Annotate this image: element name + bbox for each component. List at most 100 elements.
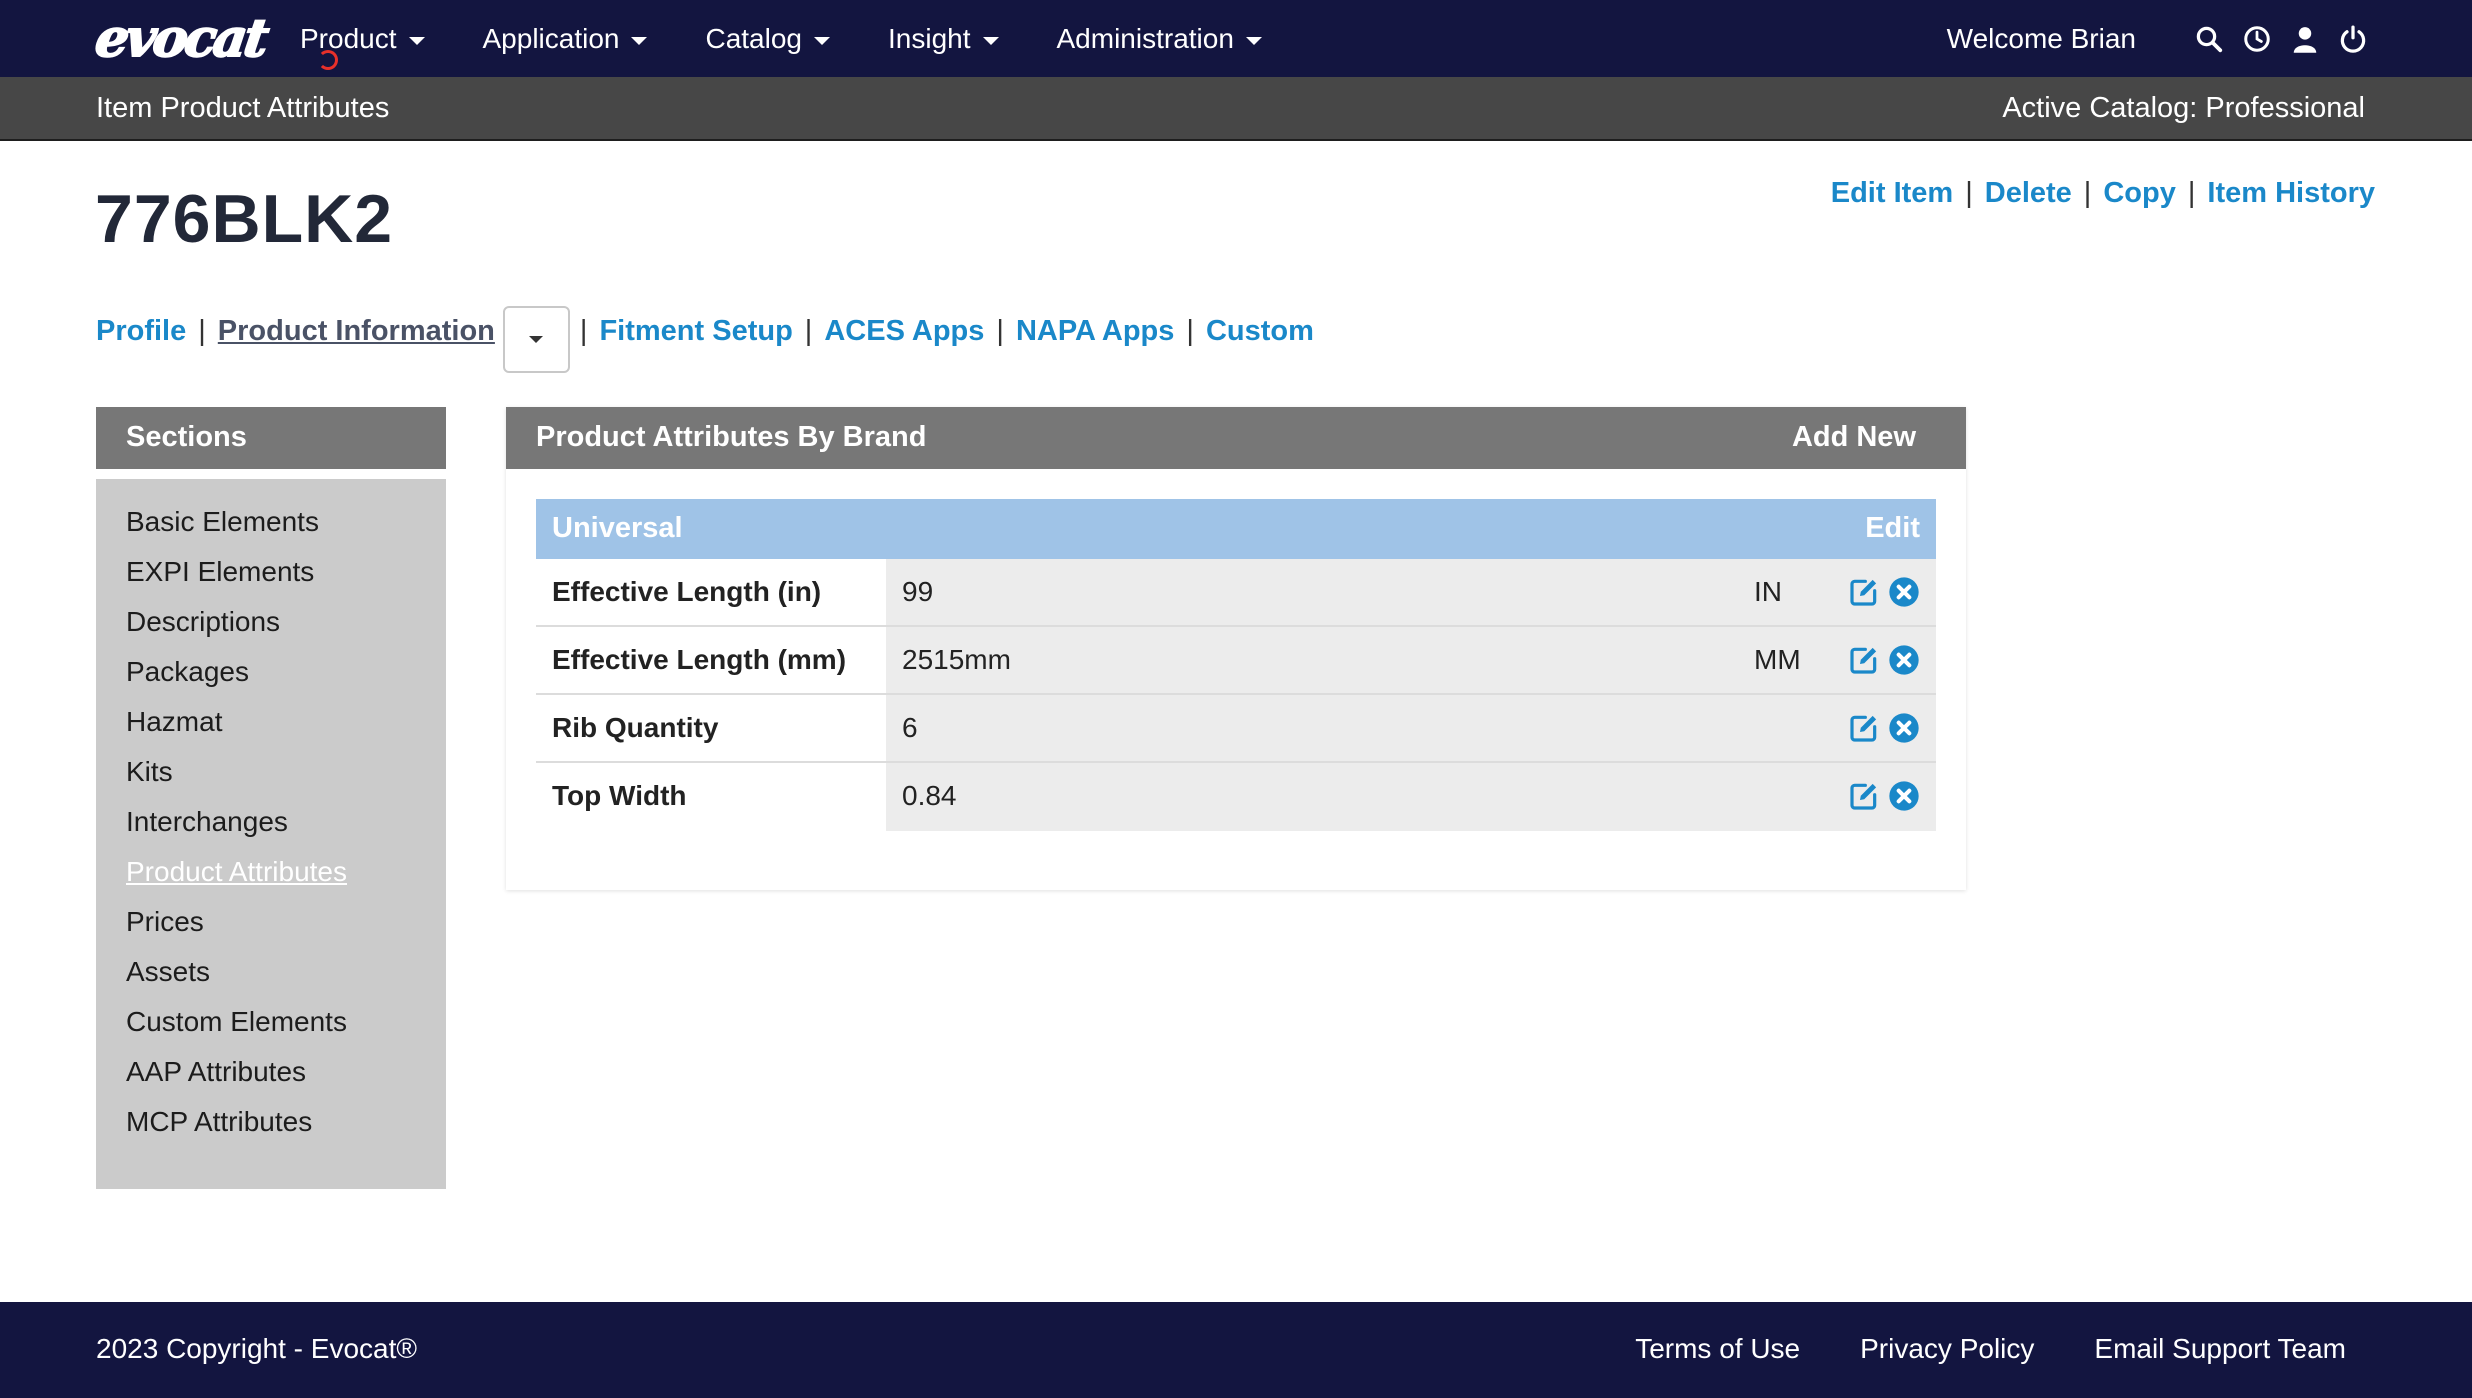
tab-aces-apps[interactable]: ACES Apps — [824, 315, 984, 348]
row-actions — [1840, 712, 1920, 744]
menu-catalog[interactable]: Catalog — [705, 23, 830, 55]
search-icon[interactable] — [2194, 24, 2224, 54]
separator: | — [198, 315, 206, 347]
section-basic-elements[interactable]: Basic Elements — [96, 497, 446, 547]
attribute-value: 2515mm — [902, 644, 1011, 675]
attribute-value: 0.84 — [902, 780, 957, 811]
menu-product[interactable]: Product — [300, 23, 425, 55]
delete-link[interactable]: Delete — [1985, 177, 2072, 210]
edit-icon[interactable] — [1848, 712, 1880, 744]
footer: 2023 Copyright - Evocat® Terms of Use Pr… — [0, 1302, 2472, 1398]
sections-title: Sections — [96, 407, 446, 469]
tab-napa-apps[interactable]: NAPA Apps — [1016, 315, 1174, 348]
brand-attributes-table: Universal Edit Effective Length (in) 99 … — [536, 499, 1936, 831]
edit-icon[interactable] — [1848, 576, 1880, 608]
product-attributes-panel: Product Attributes By Brand Add New Univ… — [506, 407, 1966, 890]
tab-custom[interactable]: Custom — [1206, 315, 1314, 348]
menu-insight[interactable]: Insight — [888, 23, 999, 55]
table-row: Effective Length (in) 99 IN — [536, 559, 1936, 627]
attribute-value-cell: 2515mm MM — [886, 627, 1936, 693]
attribute-value-cell: 6 — [886, 695, 1936, 761]
caret-down-icon — [982, 36, 999, 45]
menu-label: Insight — [888, 22, 971, 54]
menu-administration[interactable]: Administration — [1057, 23, 1262, 55]
nav-user-area: Welcome Brian — [1947, 0, 2368, 77]
delete-icon[interactable] — [1888, 644, 1920, 676]
logo-text: evocat — [91, 7, 271, 70]
attribute-unit: MM — [1754, 644, 1801, 675]
sub-header: Item Product Attributes Active Catalog: … — [0, 77, 2472, 141]
section-packages[interactable]: Packages — [96, 647, 446, 697]
brand-name: Universal — [552, 512, 683, 544]
delete-icon[interactable] — [1888, 712, 1920, 744]
welcome-text: Welcome Brian — [1946, 22, 2136, 54]
delete-icon[interactable] — [1888, 780, 1920, 812]
caret-down-icon — [631, 36, 648, 45]
attribute-name: Top Width — [536, 763, 886, 831]
menu-label: Product — [300, 22, 397, 54]
product-information-dropdown[interactable] — [502, 306, 570, 373]
section-custom-elements[interactable]: Custom Elements — [96, 997, 446, 1047]
panel-title: Product Attributes By Brand — [536, 421, 927, 453]
item-history-link[interactable]: Item History — [2207, 177, 2375, 210]
separator: | — [2083, 177, 2092, 209]
terms-of-use-link[interactable]: Terms of Use — [1635, 1333, 1800, 1365]
table-row: Effective Length (mm) 2515mm MM — [536, 627, 1936, 695]
section-product-attributes[interactable]: Product Attributes — [96, 847, 446, 897]
attribute-value-cell: 99 IN — [886, 559, 1936, 625]
sections-list: Basic Elements EXPI Elements Description… — [96, 479, 446, 1189]
menu-label: Administration — [1056, 22, 1234, 54]
section-mcp-attributes[interactable]: MCP Attributes — [96, 1097, 446, 1147]
copy-link[interactable]: Copy — [2103, 177, 2176, 210]
tab-fitment-setup[interactable]: Fitment Setup — [599, 315, 792, 348]
section-expi-elements[interactable]: EXPI Elements — [96, 547, 446, 597]
separator: | — [804, 315, 813, 347]
email-support-link[interactable]: Email Support Team — [2094, 1333, 2346, 1365]
attribute-name: Effective Length (in) — [536, 559, 886, 625]
add-new-button[interactable]: Add New — [1792, 407, 1916, 467]
item-number: 776BLK2 — [95, 181, 394, 257]
edit-item-link[interactable]: Edit Item — [1831, 177, 1953, 210]
menu-application[interactable]: Application — [483, 23, 648, 55]
brand-edit-button[interactable]: Edit — [1865, 499, 1920, 557]
tab-product-information[interactable]: Product Information — [218, 315, 495, 348]
caret-down-icon — [814, 36, 830, 45]
power-icon[interactable] — [2338, 24, 2368, 54]
row-actions — [1840, 780, 1920, 812]
section-interchanges[interactable]: Interchanges — [96, 797, 446, 847]
privacy-policy-link[interactable]: Privacy Policy — [1860, 1333, 2034, 1365]
attribute-value-cell: 0.84 — [886, 763, 1936, 831]
main-menu: Product Application Catalog Insight Admi… — [300, 0, 1320, 77]
section-assets[interactable]: Assets — [96, 947, 446, 997]
user-icon[interactable] — [2290, 24, 2320, 54]
attribute-unit: IN — [1754, 576, 1782, 607]
table-row: Rib Quantity 6 — [536, 695, 1936, 763]
section-kits[interactable]: Kits — [96, 747, 446, 797]
sections-sidebar: Sections Basic Elements EXPI Elements De… — [96, 407, 446, 1189]
edit-icon[interactable] — [1848, 780, 1880, 812]
menu-label: Application — [482, 22, 620, 54]
section-descriptions[interactable]: Descriptions — [96, 597, 446, 647]
brand-header: Universal Edit — [536, 499, 1936, 559]
row-actions — [1840, 644, 1920, 676]
attribute-value: 6 — [902, 712, 918, 743]
separator: | — [579, 315, 588, 347]
caret-down-icon — [1245, 36, 1262, 45]
section-prices[interactable]: Prices — [96, 897, 446, 947]
tab-profile[interactable]: Profile — [96, 315, 186, 348]
panel-header: Product Attributes By Brand Add New — [506, 407, 1966, 469]
row-actions — [1840, 576, 1920, 608]
caret-down-icon — [408, 36, 425, 45]
delete-icon[interactable] — [1888, 576, 1920, 608]
attribute-value: 99 — [902, 576, 934, 607]
top-nav: evocat Product Application Catalog Insig… — [0, 0, 2472, 77]
section-aap-attributes[interactable]: AAP Attributes — [96, 1047, 446, 1097]
table-row: Top Width 0.84 — [536, 763, 1936, 831]
menu-label: Catalog — [705, 22, 802, 54]
section-hazmat[interactable]: Hazmat — [96, 697, 446, 747]
active-catalog: Active Catalog: Professional — [2002, 92, 2365, 124]
page-title: Item Product Attributes — [96, 92, 390, 124]
separator: | — [1965, 177, 1973, 209]
edit-icon[interactable] — [1848, 644, 1880, 676]
history-icon[interactable] — [2242, 24, 2272, 54]
